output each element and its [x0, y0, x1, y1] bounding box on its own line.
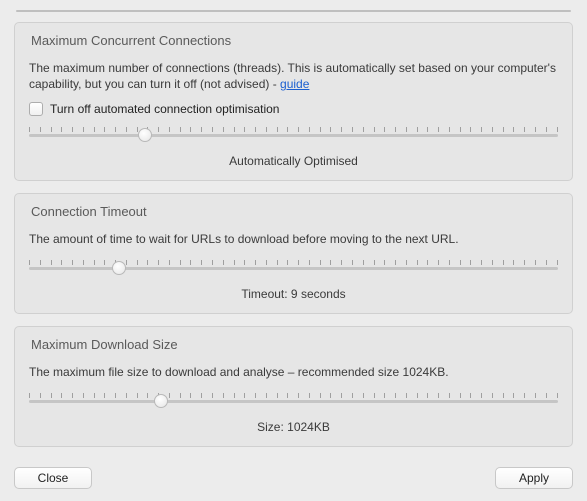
guide-link[interactable]: guide: [280, 77, 309, 91]
panel-title: Connection Timeout: [29, 194, 558, 231]
panel-description: The maximum file size to download and an…: [29, 364, 558, 380]
panel-max-download-size: Maximum Download Size The maximum file s…: [14, 326, 573, 447]
panel-connection-timeout: Connection Timeout The amount of time to…: [14, 193, 573, 314]
preferences-window: ConnectionsLink AnalysisUser AgentLink M…: [0, 0, 587, 501]
panel-title: Maximum Download Size: [29, 327, 558, 364]
slider-caption: Timeout: 9 seconds: [29, 287, 558, 301]
optimisation-checkbox[interactable]: [29, 102, 43, 116]
footer: Close Apply: [14, 459, 573, 489]
panel-description: The maximum number of connections (threa…: [29, 60, 558, 92]
connections-slider[interactable]: [29, 124, 558, 146]
close-button[interactable]: Close: [14, 467, 92, 489]
tab-bar: ConnectionsLink AnalysisUser AgentLink M…: [16, 10, 571, 12]
panel-description: The amount of time to wait for URLs to d…: [29, 231, 558, 247]
apply-button[interactable]: Apply: [495, 467, 573, 489]
panel-title: Maximum Concurrent Connections: [29, 23, 558, 60]
download-size-slider[interactable]: [29, 390, 558, 412]
slider-caption: Size: 1024KB: [29, 420, 558, 434]
checkbox-label: Turn off automated connection optimisati…: [50, 102, 279, 116]
panel-max-connections: Maximum Concurrent Connections The maxim…: [14, 22, 573, 181]
slider-caption: Automatically Optimised: [29, 154, 558, 168]
timeout-slider[interactable]: [29, 257, 558, 279]
